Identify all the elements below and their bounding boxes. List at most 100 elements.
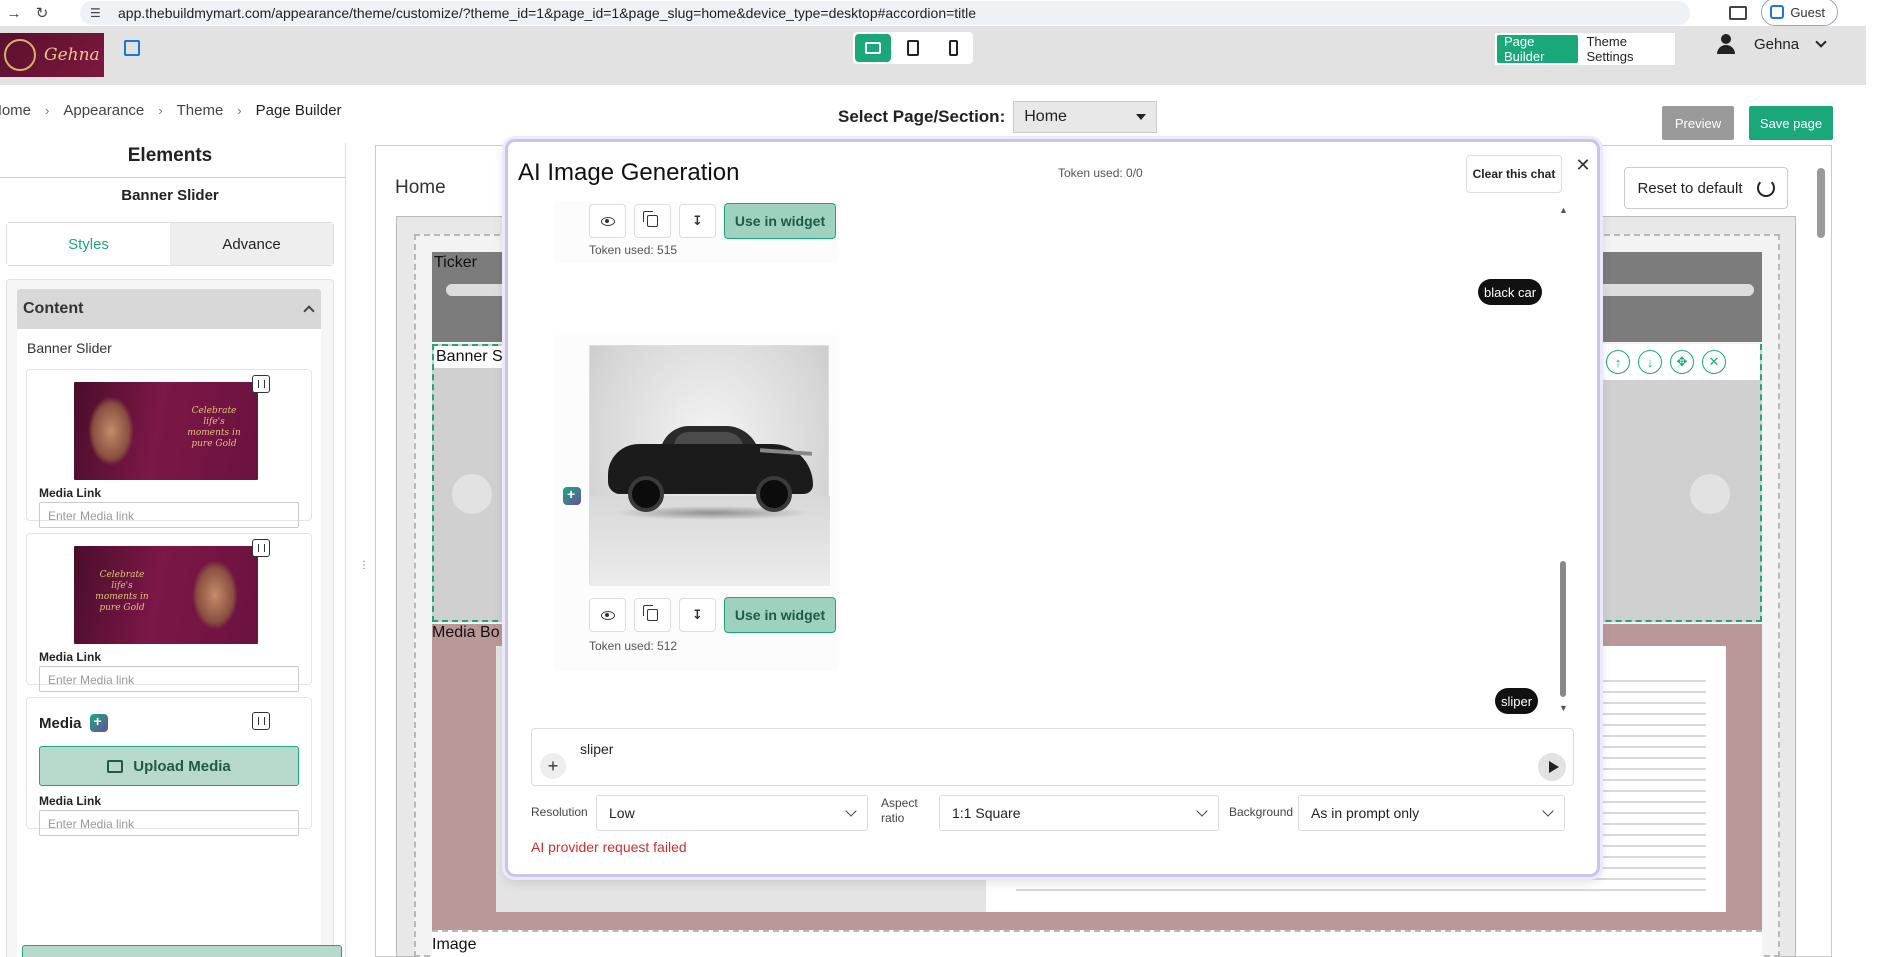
use-in-widget-button[interactable]: Use in widget <box>724 597 836 633</box>
view-button[interactable] <box>589 204 626 238</box>
media-link-input[interactable]: Enter Media link <box>39 502 299 528</box>
view-button[interactable] <box>589 598 626 632</box>
trash-icon[interactable] <box>252 375 270 393</box>
move-up-icon[interactable]: ↑ <box>1606 350 1630 374</box>
builder-mode-toggle: Page Builder Theme Settings <box>1495 33 1675 65</box>
page-builder-tab[interactable]: Page Builder <box>1497 34 1579 64</box>
remove-section-icon[interactable]: ✕ <box>1702 350 1726 374</box>
eye-icon <box>600 216 615 226</box>
tab-advance[interactable]: Advance <box>170 223 333 265</box>
add-item-button[interactable] <box>22 945 342 957</box>
address-bar[interactable]: ☰ app.thebuildmymart.com/appearance/them… <box>80 1 1690 25</box>
page-selector: Select Page/Section: Home <box>838 101 1158 133</box>
message-token-usage: Token used: 515 <box>589 243 678 257</box>
content-header-label: Content <box>23 300 84 317</box>
model-figure <box>192 560 238 630</box>
drag-move-icon[interactable]: ✥ <box>1670 350 1694 374</box>
banner-thumbnail[interactable]: Celebrate life's moments in pure Gold <box>74 382 258 480</box>
page-select[interactable]: Home <box>1013 101 1158 133</box>
image-section-label: Image <box>432 936 477 953</box>
trash-icon[interactable] <box>252 539 270 557</box>
image-section[interactable]: Image <box>432 930 1762 957</box>
canvas-scrollbar[interactable] <box>1816 150 1826 957</box>
resize-handle-icon[interactable]: ⋮ <box>359 560 369 576</box>
scrollbar-thumb[interactable] <box>1817 168 1825 238</box>
token-usage: Token used: 0/0 <box>1058 166 1143 180</box>
scroll-down-icon[interactable]: ▼ <box>1559 703 1568 713</box>
download-icon: ↧ <box>692 213 703 228</box>
background-select[interactable]: As in prompt only <box>1298 795 1565 831</box>
logo-text: Gehna <box>44 45 100 65</box>
tablet-view-button[interactable] <box>895 34 931 62</box>
close-icon[interactable]: ✕ <box>1574 156 1592 174</box>
chat-scrollbar[interactable]: ▲ ▼ <box>1558 203 1568 719</box>
forward-icon[interactable]: → <box>0 0 28 26</box>
generated-car-image[interactable] <box>589 345 830 586</box>
preview-button[interactable]: Preview <box>1662 106 1734 140</box>
theme-settings-tab[interactable]: Theme Settings <box>1582 34 1673 64</box>
chevron-down-icon <box>1196 805 1208 817</box>
ai-generate-icon[interactable] <box>89 713 108 732</box>
generated-message: ↧ Use in widget Token used: 515 <box>554 201 839 263</box>
send-icon[interactable] <box>1538 753 1566 781</box>
store-logo[interactable]: Gehna <box>0 33 104 77</box>
mobile-icon <box>948 40 958 56</box>
media-link-input[interactable]: Enter Media link <box>39 666 299 692</box>
profile-button[interactable]: Guest <box>1761 0 1838 26</box>
breadcrumb-home[interactable]: Home <box>0 102 31 119</box>
background-value: As in prompt only <box>1311 805 1420 821</box>
reset-to-default-button[interactable]: Reset to default <box>1624 167 1788 209</box>
desktop-icon <box>865 42 881 54</box>
banner-section-label: Banner Sl <box>434 346 509 368</box>
divider <box>0 177 345 178</box>
ticker-label: Ticker <box>434 254 477 271</box>
user-menu[interactable]: Gehna <box>1716 34 1827 54</box>
breadcrumb-theme[interactable]: Theme <box>177 102 224 119</box>
content-accordion: Content Banner Slider Celebrate life's m… <box>6 279 334 957</box>
chevron-down-icon <box>845 805 857 817</box>
download-button[interactable]: ↧ <box>679 598 716 632</box>
user-icon <box>1716 34 1736 54</box>
tab-styles[interactable]: Styles <box>7 223 170 265</box>
move-down-icon[interactable]: ↓ <box>1638 350 1662 374</box>
message-token-usage: Token used: 512 <box>589 639 678 653</box>
canvas-page-title: Home <box>395 177 446 198</box>
breadcrumb-appearance[interactable]: Appearance <box>63 102 144 119</box>
prompt-input[interactable]: sliper + <box>531 728 1574 786</box>
resolution-select[interactable]: Low <box>596 795 868 831</box>
panel-scrollbar[interactable] <box>345 143 346 957</box>
external-link-icon[interactable] <box>124 40 140 56</box>
slider-prev-button[interactable] <box>452 474 492 514</box>
desktop-view-button[interactable] <box>855 34 891 62</box>
banner-thumbnail[interactable]: Celebrate life's moments in pure Gold <box>74 546 258 644</box>
scroll-up-icon[interactable]: ▲ <box>1559 205 1568 215</box>
download-button[interactable]: ↧ <box>679 204 716 238</box>
content-accordion-header[interactable]: Content <box>17 289 321 329</box>
trash-icon[interactable] <box>252 712 270 730</box>
error-message: AI provider request failed <box>531 839 687 855</box>
slider-next-button[interactable] <box>1690 474 1730 514</box>
media-link-input[interactable]: Enter Media link <box>39 810 299 836</box>
media-link-label: Media Link <box>39 486 102 500</box>
model-figure <box>88 396 134 466</box>
device-switcher <box>853 32 973 64</box>
mobile-view-button[interactable] <box>935 34 971 62</box>
modal-title: AI Image Generation <box>518 159 740 186</box>
car-wheel <box>756 476 792 512</box>
page-select-value: Home <box>1024 108 1067 125</box>
save-page-button[interactable]: Save page <box>1749 106 1833 140</box>
cast-icon[interactable] <box>1729 6 1748 20</box>
media-heading: Media <box>39 713 108 732</box>
copy-button[interactable] <box>634 598 671 632</box>
scrollbar-thumb[interactable] <box>1560 561 1566 697</box>
upload-media-button[interactable]: Upload Media <box>39 746 299 786</box>
use-in-widget-button[interactable]: Use in widget <box>724 203 836 239</box>
aspect-ratio-select[interactable]: 1:1 Square <box>939 795 1219 831</box>
site-info-icon[interactable]: ☰ <box>90 5 106 21</box>
clear-chat-button[interactable]: Clear this chat <box>1466 155 1562 193</box>
reload-icon[interactable]: ↻ <box>28 0 56 26</box>
profile-label: Guest <box>1790 4 1825 20</box>
media-link-label: Media Link <box>39 650 102 664</box>
add-attachment-icon[interactable]: + <box>540 753 566 779</box>
copy-button[interactable] <box>634 204 671 238</box>
